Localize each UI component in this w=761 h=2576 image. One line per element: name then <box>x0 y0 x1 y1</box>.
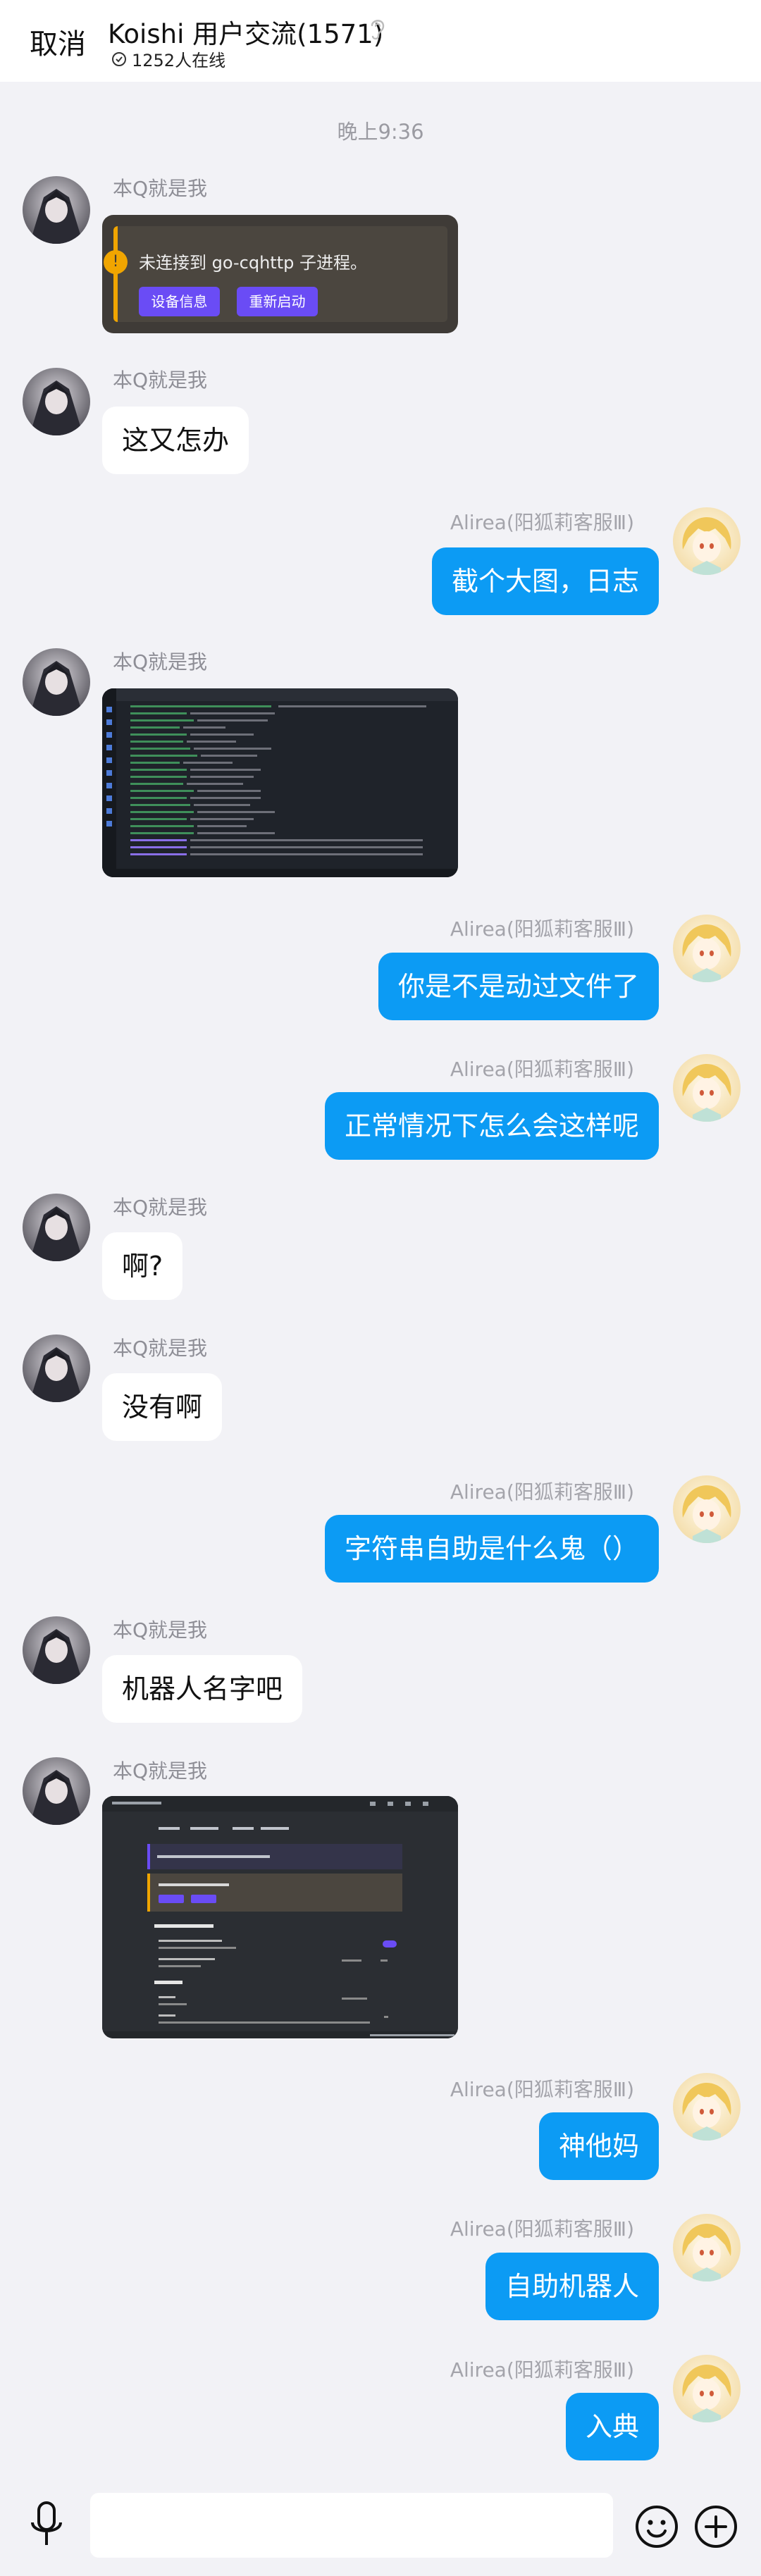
avatar[interactable] <box>673 2214 741 2281</box>
restart-button: 重新启动 <box>237 287 318 316</box>
ear-icon[interactable] <box>364 14 392 42</box>
chat-title[interactable]: Koishi 用户交流(1571) <box>108 13 383 51</box>
sender-name: Alirea(阳狐莉客服Ⅲ) <box>450 511 634 534</box>
emoji-icon[interactable] <box>634 2504 679 2549</box>
avatar[interactable] <box>23 1616 90 1684</box>
image-message[interactable] <box>102 1796 458 2038</box>
sender-name: Alirea(阳狐莉客服Ⅲ) <box>450 1480 634 1504</box>
input-bar <box>0 2477 761 2576</box>
chat-header: 取消 Koishi 用户交流(1571) 1252人在线 <box>0 0 761 82</box>
online-status-icon <box>112 51 126 66</box>
message-bubble[interactable]: 这又怎办 <box>102 407 249 474</box>
online-status: 1252人在线 <box>111 47 225 71</box>
settings-screenshot-image <box>102 1796 458 2038</box>
image-message[interactable] <box>102 688 458 877</box>
message-bubble[interactable]: 截个大图，日志 <box>431 547 659 615</box>
image-message[interactable]: ! 未连接到 go-cqhttp 子进程。 设备信息 重新启动 <box>102 215 458 333</box>
plus-icon[interactable] <box>693 2504 738 2549</box>
sender-name: Alirea(阳狐莉客服Ⅲ) <box>450 1058 634 1081</box>
sender-name: 本Q就是我 <box>113 1337 208 1360</box>
sender-name: 本Q就是我 <box>113 1196 208 1219</box>
avatar[interactable] <box>23 368 90 435</box>
avatar[interactable] <box>673 1054 741 1122</box>
microphone-icon[interactable] <box>27 2500 66 2549</box>
message-bubble[interactable]: 自助机器人 <box>485 2253 659 2320</box>
message-bubble[interactable]: 啊? <box>102 1232 183 1300</box>
time-separator: 晚上9:36 <box>337 120 424 144</box>
avatar[interactable] <box>673 2073 741 2141</box>
sender-name: Alirea(阳狐莉客服Ⅲ) <box>450 2078 634 2101</box>
avatar[interactable] <box>673 915 741 982</box>
sender-name: 本Q就是我 <box>113 177 208 200</box>
avatar[interactable] <box>673 507 741 575</box>
warning-icon: ! <box>104 250 128 274</box>
avatar[interactable] <box>23 1757 90 1825</box>
avatar[interactable] <box>673 2355 741 2422</box>
sender-name: 本Q就是我 <box>113 650 208 674</box>
avatar[interactable] <box>23 1335 90 1402</box>
message-bubble[interactable]: 神他妈 <box>538 2112 659 2180</box>
message-bubble[interactable]: 你是不是动过文件了 <box>378 953 659 1020</box>
avatar[interactable] <box>23 176 90 244</box>
alert-box: ! 未连接到 go-cqhttp 子进程。 设备信息 重新启动 <box>104 226 447 322</box>
message-bubble[interactable]: 正常情况下怎么会这样呢 <box>324 1092 659 1160</box>
message-bubble[interactable]: 字符串自助是什么鬼（） <box>324 1515 659 1583</box>
sender-name: Alirea(阳狐莉客服Ⅲ) <box>450 917 634 941</box>
terminal-log-image <box>102 688 458 877</box>
message-bubble[interactable]: 入典 <box>565 2393 659 2460</box>
avatar[interactable] <box>23 648 90 716</box>
cancel-button[interactable]: 取消 <box>30 21 86 62</box>
sender-name: Alirea(阳狐莉客服Ⅲ) <box>450 2217 634 2241</box>
sender-name: Alirea(阳狐莉客服Ⅲ) <box>450 2358 634 2382</box>
message-bubble[interactable]: 没有啊 <box>102 1373 223 1441</box>
alert-text: 未连接到 go-cqhttp 子进程。 <box>139 253 367 273</box>
online-count: 1252人在线 <box>132 51 226 70</box>
message-input[interactable] <box>90 2493 613 2558</box>
message-bubble[interactable]: 机器人名字吧 <box>102 1655 303 1723</box>
sender-name: 本Q就是我 <box>113 369 208 392</box>
sender-name: 本Q就是我 <box>113 1618 208 1642</box>
avatar[interactable] <box>673 1475 741 1543</box>
avatar[interactable] <box>23 1194 90 1261</box>
sender-name: 本Q就是我 <box>113 1759 208 1783</box>
device-info-button: 设备信息 <box>139 287 220 316</box>
